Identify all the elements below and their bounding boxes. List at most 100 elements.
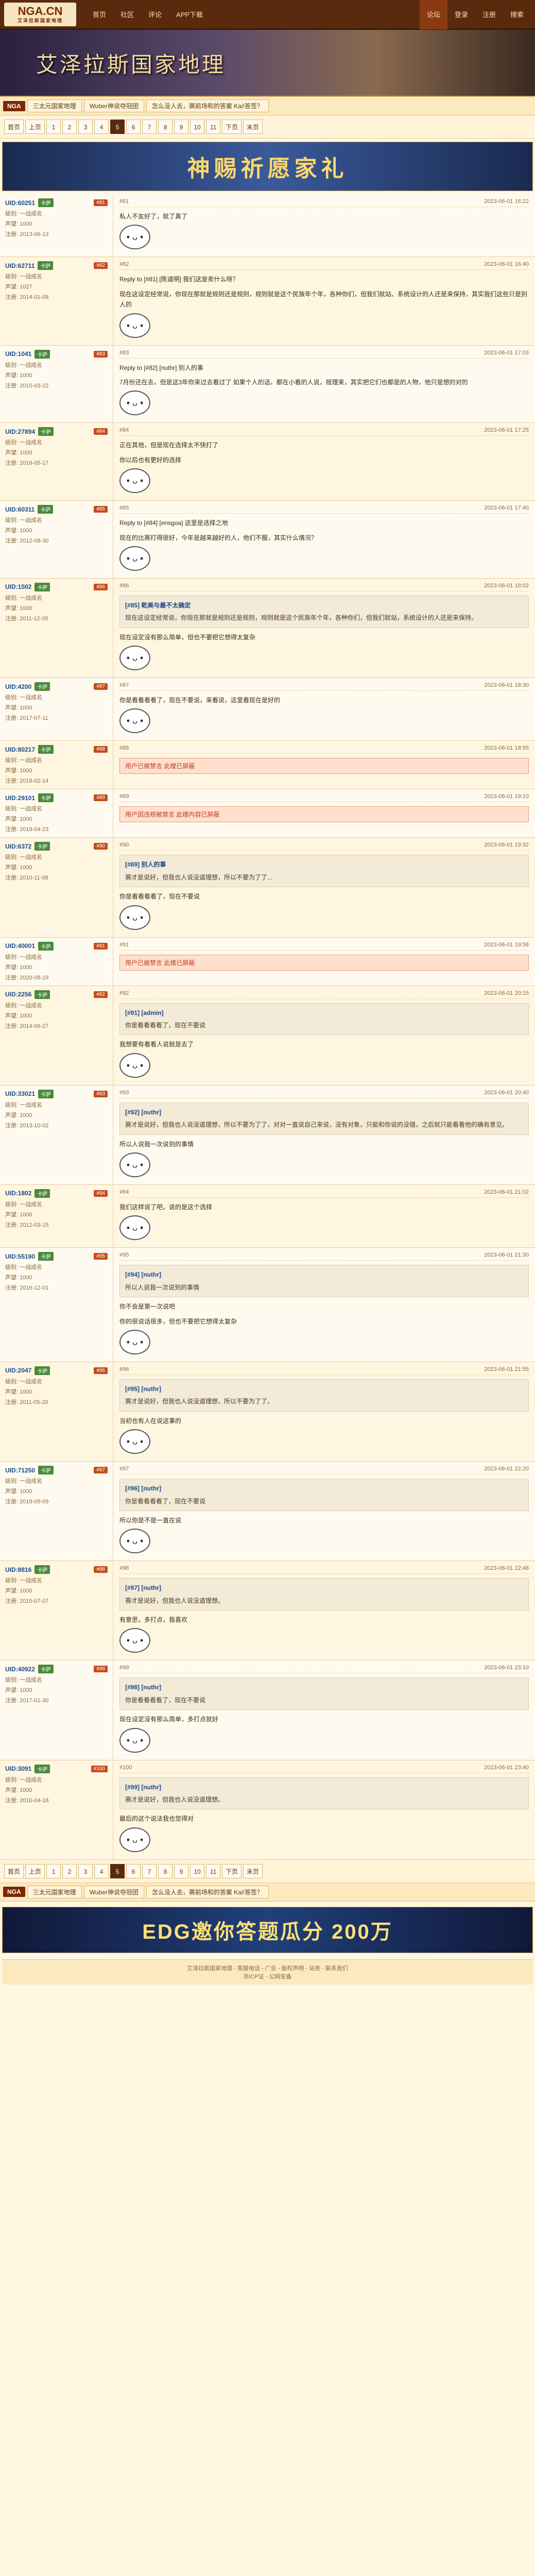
user-id-link[interactable]: UID:60251 [5, 199, 35, 207]
ad-banner-bottom[interactable]: EDG邀你答题瓜分 200万 [2, 1906, 533, 1953]
floor-number[interactable]: #83 [94, 350, 108, 358]
breadcrumb-bottom-site-tag[interactable]: NGA [3, 1887, 25, 1897]
floor-number[interactable]: #100 [91, 1765, 108, 1772]
floor-number[interactable]: #88 [94, 746, 108, 753]
pager-bottom-page-11[interactable]: 10 [190, 1863, 205, 1878]
floor-number[interactable]: #97 [94, 1467, 108, 1474]
pager-bottom-page-6[interactable]: 5 [110, 1863, 125, 1878]
quote-author-link[interactable]: [#91] [admin] [125, 1008, 523, 1018]
quote-author-link[interactable]: [#89] 别人的事 [125, 859, 523, 870]
floor-number[interactable]: #98 [94, 1566, 108, 1573]
quote-author-link[interactable]: [#95] [nuthr] [125, 1384, 523, 1394]
pager-top-page-10[interactable]: 9 [174, 120, 189, 134]
user-id-link[interactable]: UID:1502 [5, 583, 31, 590]
breadcrumb-bottom-board[interactable]: Wuber神说夺冠团 [83, 1885, 144, 1899]
user-id-link[interactable]: UID:1041 [5, 350, 31, 358]
pager-bottom-page-4[interactable]: 3 [78, 1863, 93, 1878]
user-id-link[interactable]: UID:6372 [5, 843, 31, 850]
breadcrumb-bottom-topic[interactable]: 怎么没人去，赛前场和的答案 Kai!答签？ [146, 1885, 269, 1899]
pager-bottom-page-9[interactable]: 8 [158, 1863, 173, 1878]
breadcrumb-item-topic[interactable]: 怎么没人去，赛前场和的答案 Kai!答签？ [146, 99, 269, 112]
breadcrumb-site-tag[interactable]: NGA [3, 100, 25, 111]
floor-number[interactable]: #85 [94, 506, 108, 513]
user-id-link[interactable]: UID:40922 [5, 1666, 35, 1673]
floor-number[interactable]: #89 [94, 794, 108, 802]
user-id-link[interactable]: UID:80217 [5, 746, 35, 753]
floor-number[interactable]: #99 [94, 1666, 108, 1673]
breadcrumb-item-forum[interactable]: 三太元国家地理 [27, 99, 82, 112]
user-id-link[interactable]: UID:8816 [5, 1566, 31, 1573]
user-id-link[interactable]: UID:71250 [5, 1467, 35, 1474]
pager-top-page-14[interactable]: 末页 [243, 120, 263, 134]
pager-top-page-0[interactable]: 首页 [4, 120, 24, 134]
nav-app-link[interactable]: APP下载 [170, 5, 209, 23]
pager-bottom-page-2[interactable]: 1 [46, 1863, 61, 1878]
floor-number[interactable]: #84 [94, 428, 108, 435]
pager-bottom-page-10[interactable]: 9 [174, 1863, 189, 1878]
site-logo[interactable]: NGA.CN 艾泽拉斯国家地理 [4, 2, 76, 26]
quote-author-link[interactable]: [#85] 乾美与最不太确定 [125, 600, 523, 611]
user-id-link[interactable]: UID:33021 [5, 1090, 35, 1097]
quote-author-link[interactable]: [#94] [nuthr] [125, 1269, 523, 1280]
floor-number[interactable]: #87 [94, 683, 108, 690]
quote-author-link[interactable]: [#98] [nuthr] [125, 1682, 523, 1692]
quote-author-link[interactable]: [#92] [nuthr] [125, 1107, 523, 1117]
pager-bottom-page-8[interactable]: 7 [142, 1863, 157, 1878]
pager-bottom-page-5[interactable]: 4 [94, 1863, 109, 1878]
floor-number[interactable]: #81 [94, 199, 108, 206]
pager-top-page-8[interactable]: 7 [142, 120, 157, 134]
floor-number[interactable]: #82 [94, 262, 108, 269]
user-id-link[interactable]: UID:60311 [5, 506, 34, 513]
user-id-link[interactable]: UID:4200 [5, 683, 31, 690]
pager-top-page-5[interactable]: 4 [94, 120, 109, 134]
floor-number[interactable]: #92 [94, 991, 108, 998]
user-id-link[interactable]: UID:29101 [5, 794, 35, 802]
nav-search-link[interactable]: 搜索 [503, 0, 531, 29]
nav-community-link[interactable]: 社区 [114, 5, 140, 23]
user-id-link[interactable]: UID:40001 [5, 942, 35, 950]
floor-number[interactable]: #91 [94, 942, 108, 950]
floor-number[interactable]: #94 [94, 1190, 108, 1197]
pager-bottom-page-13[interactable]: 下页 [222, 1863, 242, 1878]
nav-register-link[interactable]: 注册 [475, 0, 503, 29]
nav-review-link[interactable]: 评论 [142, 5, 168, 23]
pager-bottom-page-1[interactable]: 上页 [25, 1863, 45, 1878]
floor-number[interactable]: #90 [94, 843, 108, 850]
pager-top-page-13[interactable]: 下页 [222, 120, 242, 134]
user-id-link[interactable]: UID:55190 [5, 1253, 35, 1260]
pager-bottom-page-7[interactable]: 6 [126, 1863, 141, 1878]
nav-login-link[interactable]: 登录 [447, 0, 475, 29]
nav-home-link[interactable]: 首页 [87, 5, 112, 23]
pager-bottom-page-0[interactable]: 首页 [4, 1863, 24, 1878]
pager-top-page-2[interactable]: 1 [46, 120, 61, 134]
breadcrumb-bottom-forum[interactable]: 三太元国家地理 [27, 1885, 82, 1899]
pager-bottom-page-3[interactable]: 2 [62, 1863, 77, 1878]
user-id-link[interactable]: UID:27894 [5, 428, 35, 435]
quote-author-link[interactable]: [#97] [nuthr] [125, 1583, 523, 1593]
pager-top-page-11[interactable]: 10 [190, 120, 205, 134]
user-id-link[interactable]: UID:1802 [5, 1190, 31, 1197]
pager-top-page-6[interactable]: 5 [110, 120, 125, 134]
pager-top-page-7[interactable]: 6 [126, 120, 141, 134]
pager-top-page-12[interactable]: 11 [206, 120, 221, 134]
pager-bottom-page-14[interactable]: 末页 [243, 1863, 263, 1878]
breadcrumb-item-board[interactable]: Wuber神说夺冠团 [83, 99, 144, 112]
pager-bottom-page-12[interactable]: 11 [206, 1863, 221, 1878]
pager-top-page-1[interactable]: 上页 [25, 120, 45, 134]
floor-number[interactable]: #93 [94, 1090, 108, 1097]
pager-top-page-3[interactable]: 2 [62, 120, 77, 134]
ad-banner-top[interactable]: 神赐祈愿家礼 [2, 142, 533, 191]
floor-number[interactable]: #95 [94, 1253, 108, 1260]
user-id-link[interactable]: UID:2047 [5, 1367, 31, 1374]
quote-author-link[interactable]: [#99] [nuthr] [125, 1782, 523, 1792]
user-id-link[interactable]: UID:2256 [5, 991, 31, 998]
pager-top-page-4[interactable]: 3 [78, 120, 93, 134]
nav-forum-link[interactable]: 论坛 [419, 0, 447, 29]
user-id-link[interactable]: UID:3091 [5, 1765, 31, 1772]
floor-number[interactable]: #96 [94, 1367, 108, 1374]
quote-author-link[interactable]: [#96] [nuthr] [125, 1483, 523, 1494]
user-id-link[interactable]: UID:62711 [5, 262, 34, 269]
user-nav: 论坛 登录 注册 搜索 [419, 0, 531, 29]
pager-top-page-9[interactable]: 8 [158, 120, 173, 134]
floor-number[interactable]: #86 [94, 583, 108, 590]
